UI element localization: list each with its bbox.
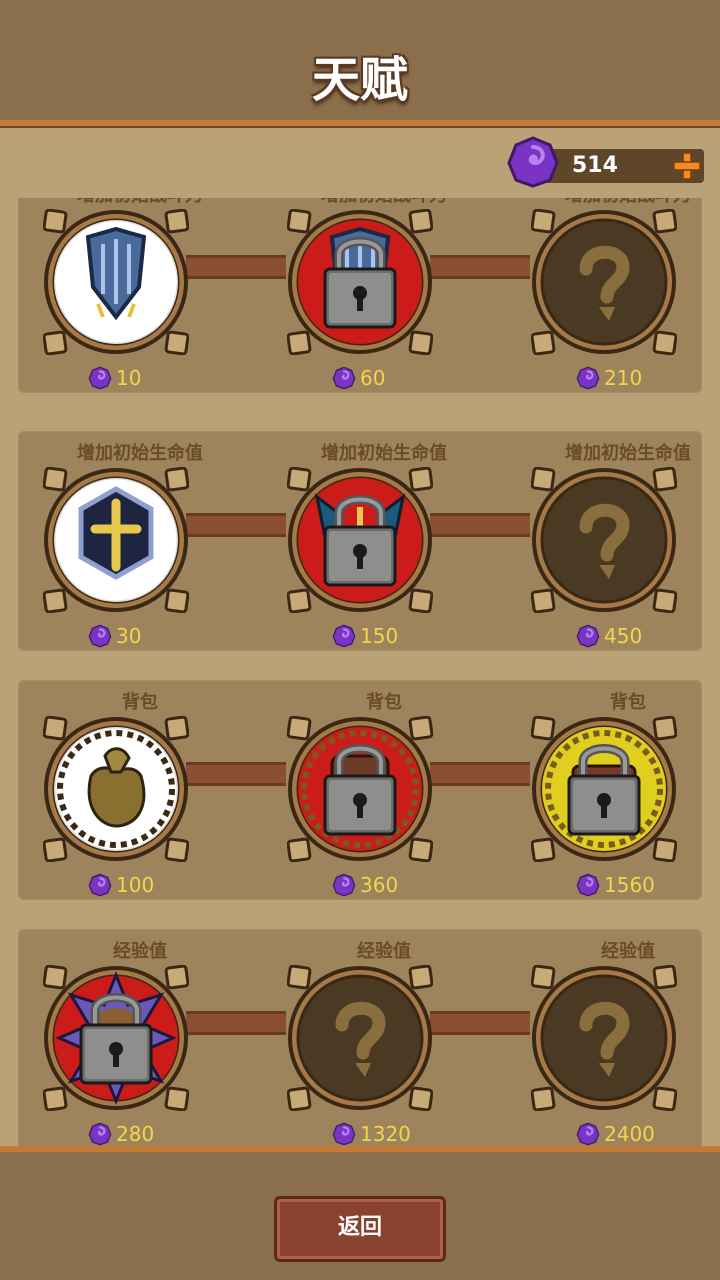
talent-cost: 60 xyxy=(360,366,386,390)
talent-label: 增加初始生命值 xyxy=(321,443,447,464)
purple-gem-icon xyxy=(576,366,600,390)
question-icon[interactable] xyxy=(530,964,678,1112)
talent-node: 增加初始战斗力 10 xyxy=(18,198,262,393)
talent-cost: 10 xyxy=(116,366,142,390)
talent-cost: 280 xyxy=(116,1122,155,1146)
talent-price: 150 xyxy=(332,623,398,649)
purple-gem-icon xyxy=(88,1122,112,1146)
purple-gem-icon xyxy=(332,366,356,390)
talent-label: 背包 xyxy=(610,692,646,713)
talent-node: 增加初始战斗力 210 xyxy=(506,198,720,393)
talent-slot[interactable] xyxy=(42,466,190,614)
talent-price: 100 xyxy=(88,872,154,898)
purple-gem-icon xyxy=(88,624,112,648)
talent-node: 经验值 1320 xyxy=(262,929,506,1148)
back-button[interactable]: 返回 xyxy=(274,1196,446,1262)
talent-cost: 2400 xyxy=(604,1122,655,1146)
talent-cost: 1320 xyxy=(360,1122,411,1146)
talent-cost: 30 xyxy=(116,624,142,648)
locked-talent-slot[interactable] xyxy=(286,208,434,356)
talent-slot[interactable] xyxy=(42,715,190,863)
locked-talent-slot[interactable] xyxy=(286,466,434,614)
talent-node: 背包 1560 xyxy=(506,680,720,900)
talent-label: 增加初始战斗力 xyxy=(506,198,720,207)
talent-node: 经验值 2400 xyxy=(506,929,720,1148)
talent-price: 2400 xyxy=(576,1121,655,1147)
purple-gem-icon xyxy=(576,624,600,648)
talent-label: 经验值 xyxy=(601,941,655,962)
talent-cost: 150 xyxy=(360,624,399,648)
talent-price: 1560 xyxy=(576,872,655,898)
talent-price: 280 xyxy=(88,1121,154,1147)
talent-label: 增加初始生命值 xyxy=(565,443,691,464)
purple-gem-icon xyxy=(576,873,600,897)
talent-node: 增加初始生命值 450 xyxy=(506,431,720,651)
page-title: 天赋 xyxy=(311,52,408,108)
locked-talent-slot[interactable] xyxy=(530,715,678,863)
talent-price: 360 xyxy=(332,872,398,898)
talent-cost: 100 xyxy=(116,873,155,897)
purple-gem-icon xyxy=(576,1122,600,1146)
talent-label: 背包 xyxy=(366,692,402,713)
gem-count: 514 xyxy=(572,153,618,178)
talent-row: 增加初始生命值 30 增加初始生命值 150 增加初始生命值 450 xyxy=(18,431,702,651)
purple-gem-icon xyxy=(88,873,112,897)
talent-label: 增加初始战斗力 xyxy=(18,198,262,207)
talent-row: 背包 100 背包 360 背包 1560 xyxy=(18,680,702,900)
talent-node: 增加初始战斗力 60 xyxy=(262,198,506,393)
purple-gem-icon xyxy=(332,873,356,897)
talent-list[interactable]: 增加初始战斗力10增加初始战斗力60增加初始战斗力210增加初始生命值30增加初… xyxy=(0,198,720,1148)
talent-label: 背包 xyxy=(122,692,158,713)
talent-label: 增加初始战斗力 xyxy=(262,198,506,207)
talent-node: 经验值 280 xyxy=(18,929,262,1148)
locked-talent-slot[interactable] xyxy=(42,964,190,1112)
talent-node: 背包 360 xyxy=(262,680,506,900)
talent-cost: 360 xyxy=(360,873,399,897)
talent-price: 60 xyxy=(332,365,385,391)
talent-node: 背包 100 xyxy=(18,680,262,900)
question-icon[interactable] xyxy=(286,964,434,1112)
talent-price: 30 xyxy=(88,623,141,649)
talent-label: 经验值 xyxy=(113,941,167,962)
purple-gem-icon xyxy=(332,624,356,648)
talent-cost: 450 xyxy=(604,624,643,648)
talent-cost: 210 xyxy=(604,366,643,390)
talent-node: 增加初始生命值 150 xyxy=(262,431,506,651)
talent-node: 增加初始生命值 30 xyxy=(18,431,262,651)
talent-label: 经验值 xyxy=(357,941,411,962)
talent-cost: 1560 xyxy=(604,873,655,897)
talent-price: 450 xyxy=(576,623,642,649)
purple-gem-icon xyxy=(88,366,112,390)
header-bar: 天赋 xyxy=(0,0,720,126)
talent-price: 1320 xyxy=(332,1121,411,1147)
question-icon[interactable] xyxy=(530,466,678,614)
currency-counter: 514 xyxy=(507,136,704,188)
talent-row: 经验值 280 经验值 1320 经验值 2400 xyxy=(18,929,702,1148)
talent-label: 增加初始生命值 xyxy=(77,443,203,464)
question-icon[interactable] xyxy=(530,208,678,356)
talent-row: 增加初始战斗力10增加初始战斗力60增加初始战斗力210 xyxy=(18,198,702,393)
footer-bar: 返回 xyxy=(0,1146,720,1280)
talent-slot[interactable] xyxy=(42,208,190,356)
purple-gem-icon xyxy=(507,136,559,188)
plus-icon[interactable] xyxy=(672,151,702,181)
purple-gem-icon xyxy=(332,1122,356,1146)
talent-price: 10 xyxy=(88,365,141,391)
talent-price: 210 xyxy=(576,365,642,391)
locked-talent-slot[interactable] xyxy=(286,715,434,863)
